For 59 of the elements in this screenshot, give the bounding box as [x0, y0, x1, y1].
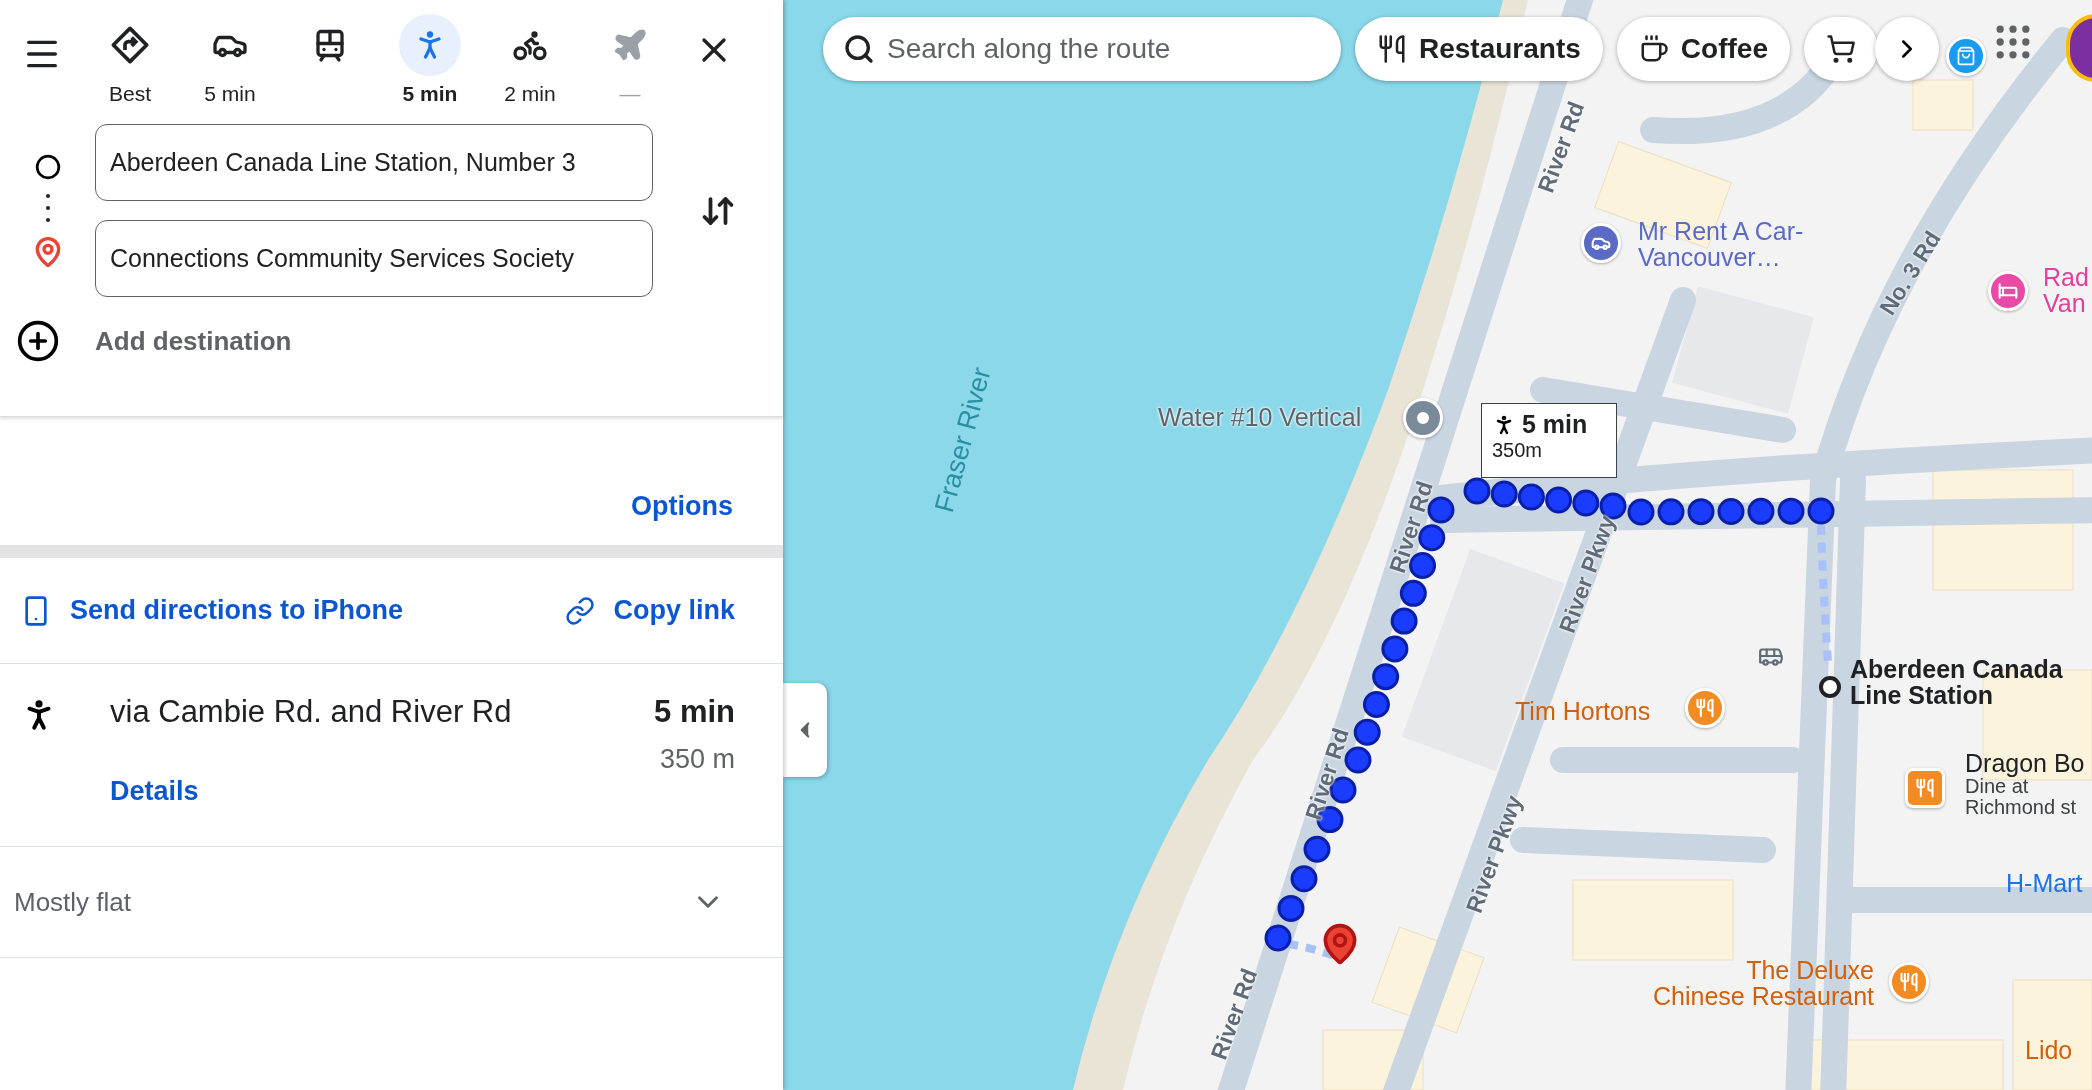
travel-mode-tab[interactable]: 5 min: [180, 14, 280, 106]
category-chip[interactable]: Coffee: [1616, 17, 1790, 81]
building-shape: [1912, 79, 1974, 131]
road-label: River Rd: [1300, 725, 1354, 823]
elevation-label: Mostly flat: [14, 886, 132, 918]
travel-mode-tab[interactable]: 5 min: [380, 14, 480, 106]
place-label[interactable]: Tim Hortons: [1515, 698, 1651, 725]
chip-label: Coffee: [1680, 33, 1768, 65]
place-label[interactable]: The Deluxe Chinese Restaurant: [1653, 957, 1874, 1010]
shopping-bag-icon: [1956, 46, 1976, 66]
route-title: via Cambie Rd. and River Rd: [110, 694, 513, 730]
fork-knife-icon: [1377, 34, 1407, 64]
details-link[interactable]: Details: [110, 776, 655, 807]
fork-knife-icon: [1899, 972, 1919, 992]
callout-distance: 350m: [1492, 439, 1544, 462]
origin-circle-icon: [34, 153, 61, 180]
add-circle-icon: [16, 319, 60, 363]
place-label[interactable]: Lido: [2025, 1037, 2073, 1064]
route-duration: 5 min: [654, 694, 735, 730]
bed-icon: [1998, 281, 2018, 301]
fork-knife-icon: [1915, 778, 1935, 798]
fork-knife-icon: [1695, 698, 1715, 718]
road-label: River Pkwy: [1554, 512, 1620, 636]
place-label[interactable]: Rad Van: [2043, 264, 2089, 317]
origin-field[interactable]: Aberdeen Canada Line Station, Number 3: [95, 124, 653, 201]
travel-mode-tab[interactable]: 2 min: [480, 14, 580, 106]
directions-diamond-icon: [110, 25, 150, 65]
road-label: River Rd: [1384, 478, 1438, 576]
road-label: River Rd: [1206, 965, 1262, 1063]
travel-mode-tab[interactable]: Best: [80, 14, 180, 106]
place-label[interactable]: Dragon Bo Dine at Richmond st: [1965, 750, 2085, 819]
options-link[interactable]: Options: [631, 467, 733, 545]
action-label: Send directions to iPhone: [70, 595, 404, 626]
add-destination-button[interactable]: Add destination: [76, 325, 292, 357]
airplane-icon: [612, 27, 648, 63]
callout-duration: 5 min: [1522, 410, 1588, 439]
road-label: No. 3 Rd: [1875, 227, 1945, 319]
search-icon: [843, 33, 875, 65]
action-label: Copy link: [613, 595, 735, 626]
copy-link-link[interactable]: Copy link: [565, 595, 735, 626]
river-label: Fraser River: [930, 364, 996, 516]
poi-marker[interactable]: [1905, 768, 1945, 808]
place-label[interactable]: Aberdeen Canada Line Station: [1850, 656, 2063, 709]
route-search-field[interactable]: Search along the route: [823, 17, 1341, 81]
dot-icon: [1417, 412, 1429, 424]
place-label[interactable]: Water #10 Vertical: [1158, 404, 1362, 431]
link-icon: [565, 595, 596, 626]
chip-label: Restaurants: [1419, 33, 1581, 65]
send-to-phone-link[interactable]: Send directions to iPhone: [20, 594, 404, 627]
cart-icon: [1825, 34, 1856, 64]
road-label: River Pkwy: [1461, 792, 1527, 916]
road-label: River Rd: [1533, 98, 1589, 196]
route-distance: 350 m: [659, 744, 735, 775]
place-label[interactable]: H-Mart: [2006, 870, 2083, 897]
station-ring-icon: [1818, 675, 1842, 699]
destination-field[interactable]: Connections Community Services Society: [95, 220, 653, 297]
elevation-row[interactable]: Mostly flat: [0, 847, 783, 958]
category-chip[interactable]: Restaurants: [1355, 17, 1603, 81]
place-label[interactable]: Mr Rent A Car- Vancouver…: [1638, 218, 1804, 271]
